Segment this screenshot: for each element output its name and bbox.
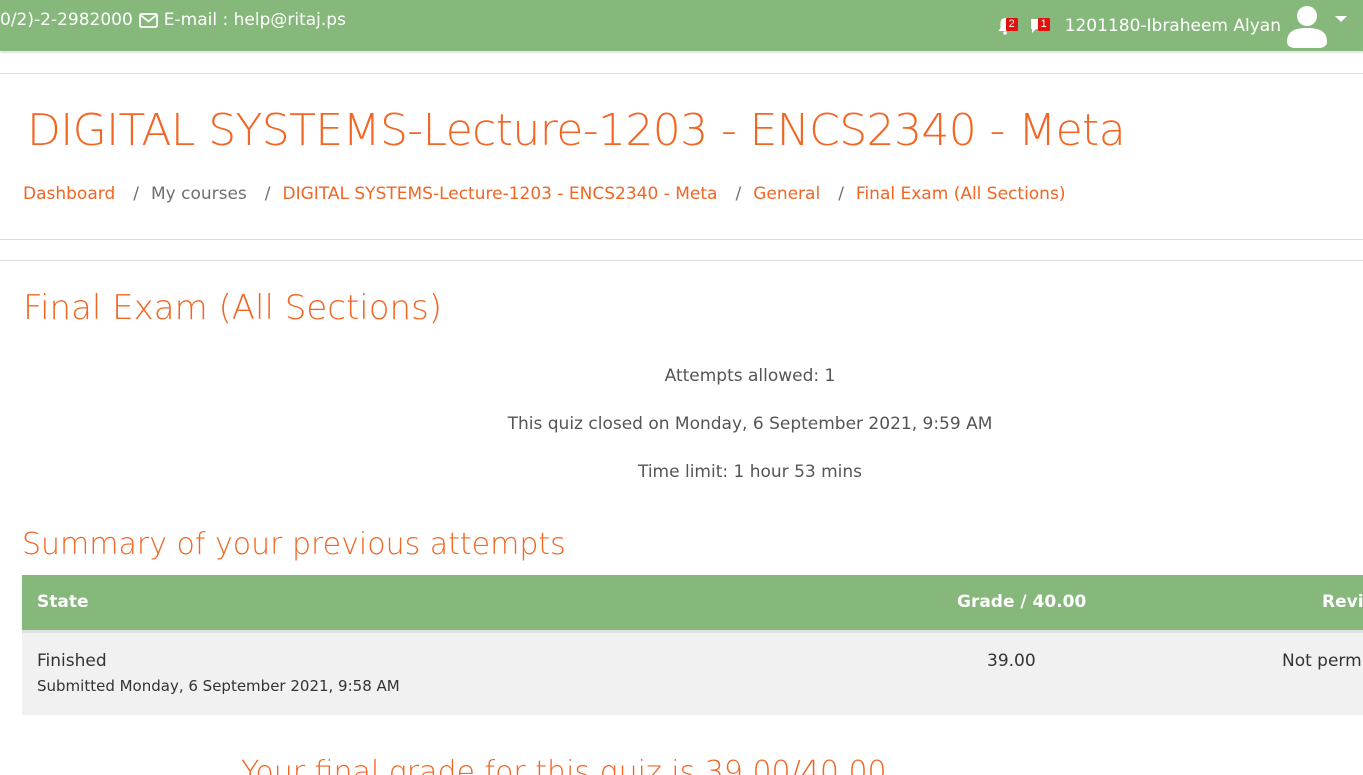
divider	[0, 73, 1363, 74]
phone-number: 0/2)-2-2982000	[0, 10, 133, 30]
summary-heading: Summary of your previous attempts	[22, 527, 566, 562]
attempt-grade: 39.00	[942, 631, 1122, 715]
final-grade-text: Your final grade for this quiz is 39.00/…	[241, 755, 897, 775]
breadcrumb-final-exam[interactable]: Final Exam (All Sections)	[856, 184, 1066, 204]
caret-down-icon[interactable]	[1335, 15, 1347, 22]
quiz-title: Final Exam (All Sections)	[23, 288, 443, 328]
time-limit: Time limit: 1 hour 53 mins	[637, 462, 863, 482]
breadcrumb-separator: /	[133, 184, 139, 204]
user-menu-area: 2 1 1201180-Ibraheem Alyan	[997, 0, 1363, 51]
quiz-closed-date: This quiz closed on Monday, 6 September …	[507, 414, 993, 434]
breadcrumb-my-courses: My courses	[150, 184, 247, 204]
breadcrumb-separator: /	[735, 184, 742, 204]
attempt-submitted-date: Submitted Monday, 6 September 2021, 9:58…	[37, 676, 400, 695]
attempt-state-cell: Finished Submitted Monday, 6 September 2…	[22, 631, 942, 715]
envelope-icon	[138, 12, 158, 28]
column-header-review: Review	[1122, 575, 1363, 633]
breadcrumb-separator: /	[838, 184, 844, 204]
attempts-allowed: Attempts allowed: 1	[664, 366, 836, 386]
attempts-table: State Grade / 40.00 Review Finished Subm…	[22, 575, 1363, 715]
column-header-state: State	[22, 575, 942, 633]
notifications-count-badge: 2	[1005, 17, 1018, 31]
breadcrumb-course[interactable]: DIGITAL SYSTEMS-Lecture-1203 - ENCS2340 …	[283, 184, 718, 204]
column-header-grade: Grade / 40.00	[942, 575, 1122, 633]
notifications-button[interactable]: 2	[997, 15, 1019, 37]
attempt-review: Not permitte	[1122, 631, 1363, 715]
divider	[0, 260, 1363, 261]
username-label[interactable]: 1201180-Ibraheem Alyan	[1065, 16, 1281, 36]
messages-button[interactable]: 1	[1029, 15, 1051, 37]
user-avatar-icon[interactable]	[1285, 4, 1329, 48]
contact-info: 0/2)-2-2982000 E-mail : help@ritaj.ps	[0, 10, 346, 30]
breadcrumb-dashboard[interactable]: Dashboard	[23, 184, 115, 204]
messages-count-badge: 1	[1037, 17, 1050, 31]
breadcrumb-separator: /	[264, 184, 271, 204]
breadcrumb-general[interactable]: General	[753, 184, 820, 204]
table-row: Finished Submitted Monday, 6 September 2…	[22, 631, 1363, 715]
attempt-status: Finished	[37, 650, 107, 671]
top-navbar: 0/2)-2-2982000 E-mail : help@ritaj.ps 2 …	[0, 0, 1363, 51]
course-title: DIGITAL SYSTEMS-Lecture-1203 - ENCS2340 …	[27, 105, 1126, 156]
divider	[0, 239, 1363, 240]
table-header-row: State Grade / 40.00 Review	[22, 575, 1363, 633]
email-link[interactable]: E-mail : help@ritaj.ps	[164, 10, 346, 30]
breadcrumb: Dashboard / My courses / DIGITAL SYSTEMS…	[23, 184, 1065, 204]
